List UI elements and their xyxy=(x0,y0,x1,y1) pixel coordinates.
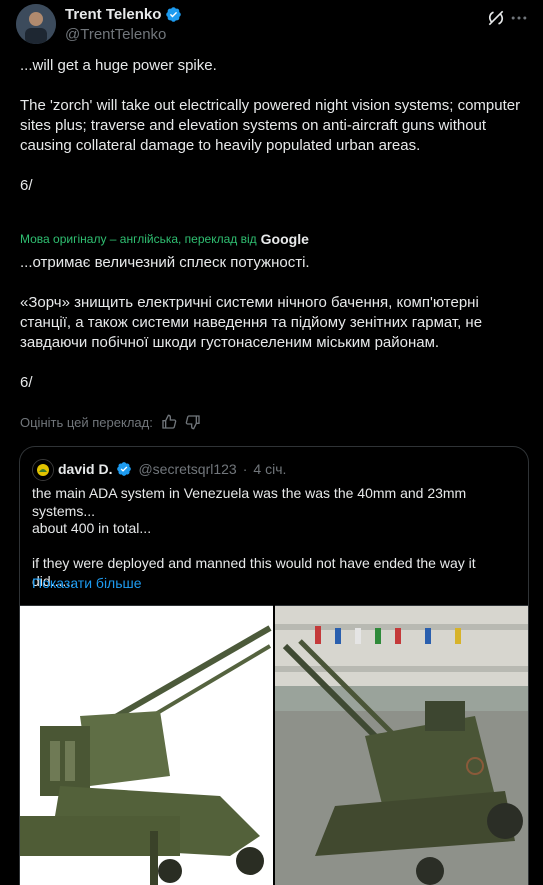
more-icon[interactable] xyxy=(509,8,529,28)
rate-translation: Оцініть цей переклад: xyxy=(20,414,201,430)
google-logo: Google xyxy=(260,231,309,247)
quote-image-right[interactable] xyxy=(275,605,528,885)
quote-timestamp[interactable]: 4 січ. xyxy=(253,461,286,477)
author-handle[interactable]: @TrentTelenko xyxy=(65,26,166,43)
quote-avatar[interactable] xyxy=(32,459,54,481)
translation-note: Мова оригіналу – англійська, переклад ві… xyxy=(20,231,309,247)
thumbs-up-icon[interactable] xyxy=(161,414,177,430)
tweet-translated-text: ...отримає величезний сплеск потужності.… xyxy=(20,254,483,391)
quote-image-left[interactable] xyxy=(20,605,273,885)
thumbs-down-icon[interactable] xyxy=(185,414,201,430)
translation-note-text: Мова оригіналу – англійська, переклад ві… xyxy=(20,232,257,246)
quote-author-handle[interactable]: @secretsqrl123 xyxy=(138,461,236,477)
rate-translation-label: Оцініть цей переклад: xyxy=(20,414,153,430)
verified-badge-icon xyxy=(166,7,182,22)
author-name[interactable]: Trent Telenko xyxy=(65,6,182,23)
quote-separator: · xyxy=(242,461,248,477)
tweet-original-text: ...will get a huge power spike. The 'zor… xyxy=(20,57,521,194)
grok-icon[interactable] xyxy=(486,8,506,28)
author-avatar[interactable] xyxy=(16,4,56,44)
quote-header: david D. @secretsqrl123 · 4 січ. xyxy=(58,461,286,477)
quoted-tweet[interactable]: david D. @secretsqrl123 · 4 січ. the mai… xyxy=(19,446,529,885)
verified-badge-icon xyxy=(117,462,132,476)
author-name-text[interactable]: Trent Telenko xyxy=(65,6,161,23)
quote-author-name[interactable]: david D. xyxy=(58,461,112,477)
show-more-link[interactable]: Показати більше xyxy=(32,575,142,591)
